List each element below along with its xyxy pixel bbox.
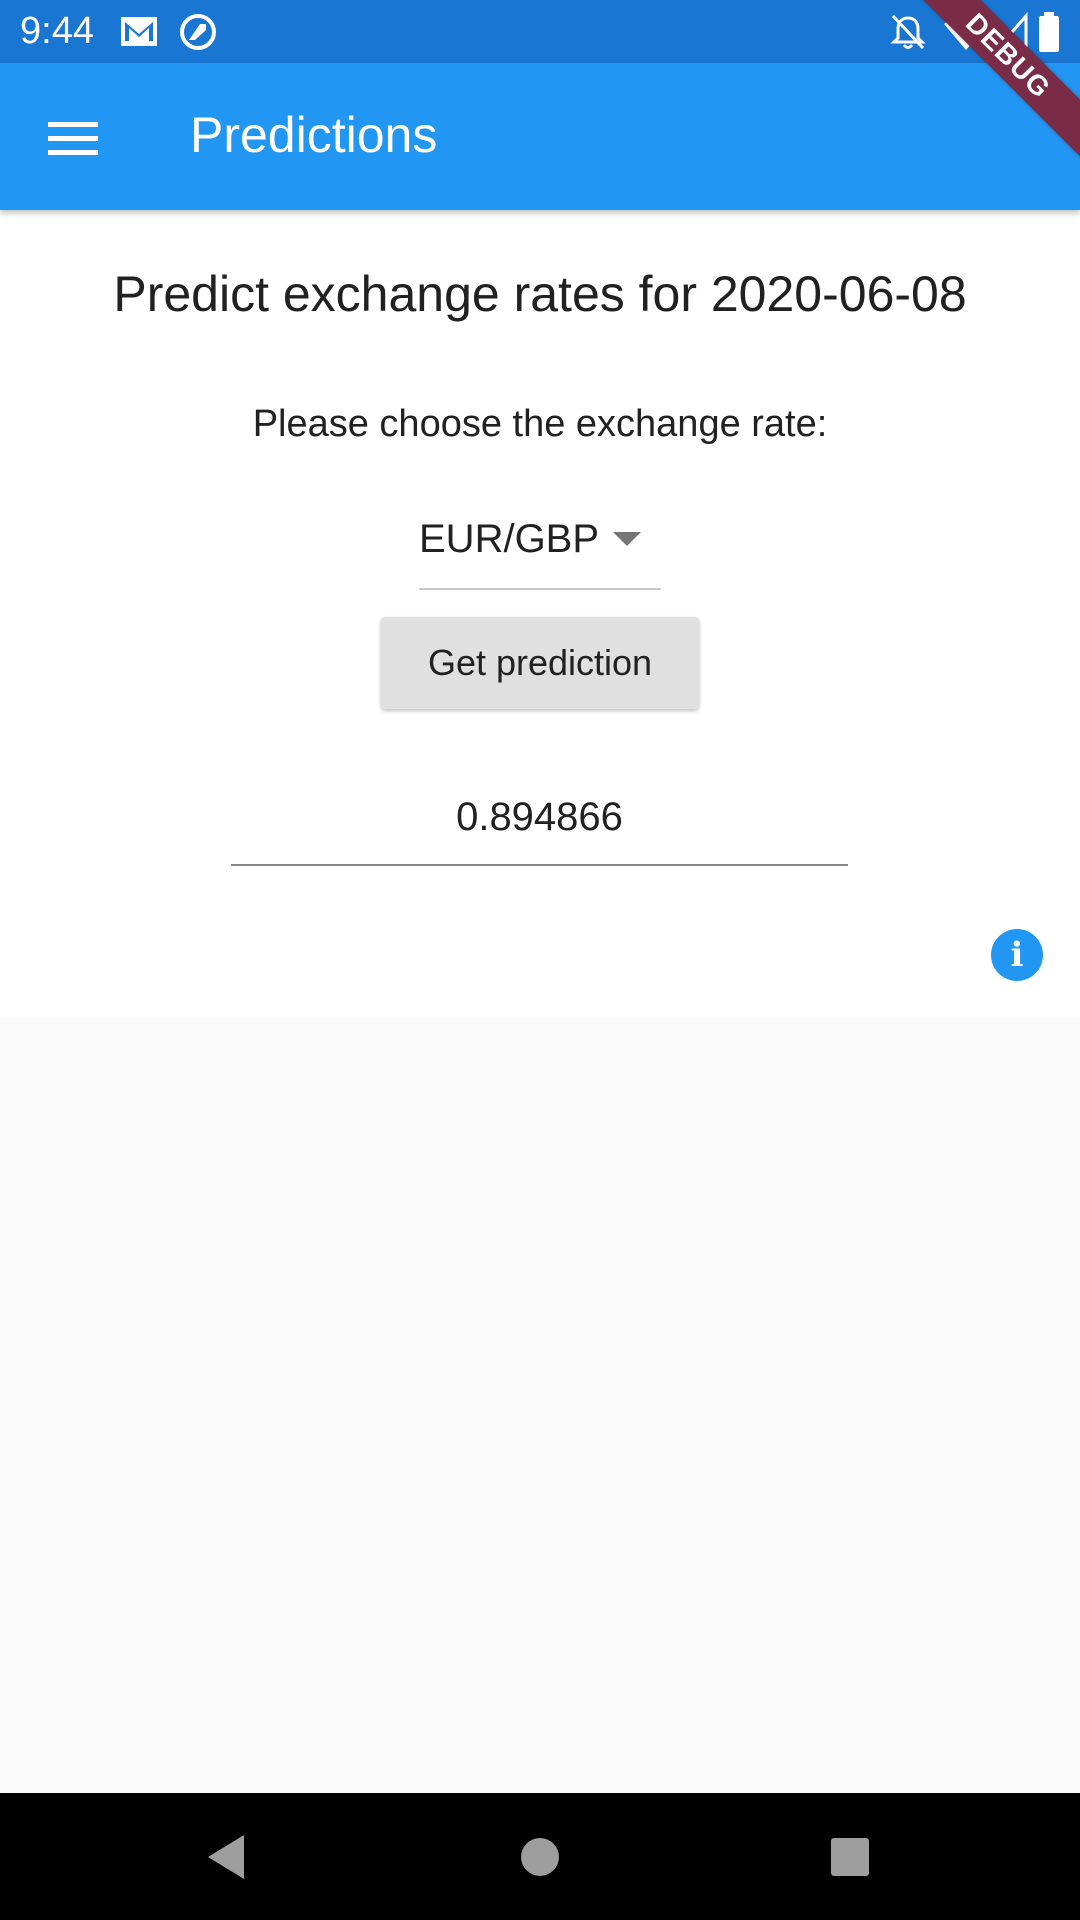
app-title: Predictions [190,107,438,163]
exchange-rate-prompt: Please choose the exchange rate: [252,403,828,445]
prediction-result-field[interactable]: 0.894866 [231,780,848,866]
app-bar: Predictions [0,63,1080,210]
sync-icon [176,10,220,54]
status-time: 9:44 [20,10,94,52]
hamburger-menu-icon[interactable] [28,93,118,183]
exchange-rate-dropdown[interactable]: EUR/GBP [419,502,661,590]
gmail-icon [118,10,162,54]
chevron-down-icon [613,532,641,553]
status-bar: 9:44 [0,0,1080,63]
notifications-off-icon [888,10,928,54]
home-icon[interactable] [502,1819,578,1895]
screen: 9:44 Predictions DEBUG Predict exchange … [0,0,1080,1920]
exchange-rate-selected: EUR/GBP [419,517,600,561]
main-content: Predict exchange rates for 2020-06-08 Pl… [0,210,1080,1018]
back-icon[interactable] [188,1819,264,1895]
info-icon[interactable]: i [991,929,1043,981]
get-prediction-button[interactable]: Get prediction [381,617,699,709]
battery-icon [1036,10,1062,54]
page-heading: Predict exchange rates for 2020-06-08 [113,266,967,322]
recents-icon[interactable] [812,1819,888,1895]
prediction-result-value: 0.894866 [456,795,623,839]
navigation-bar [0,1793,1080,1920]
